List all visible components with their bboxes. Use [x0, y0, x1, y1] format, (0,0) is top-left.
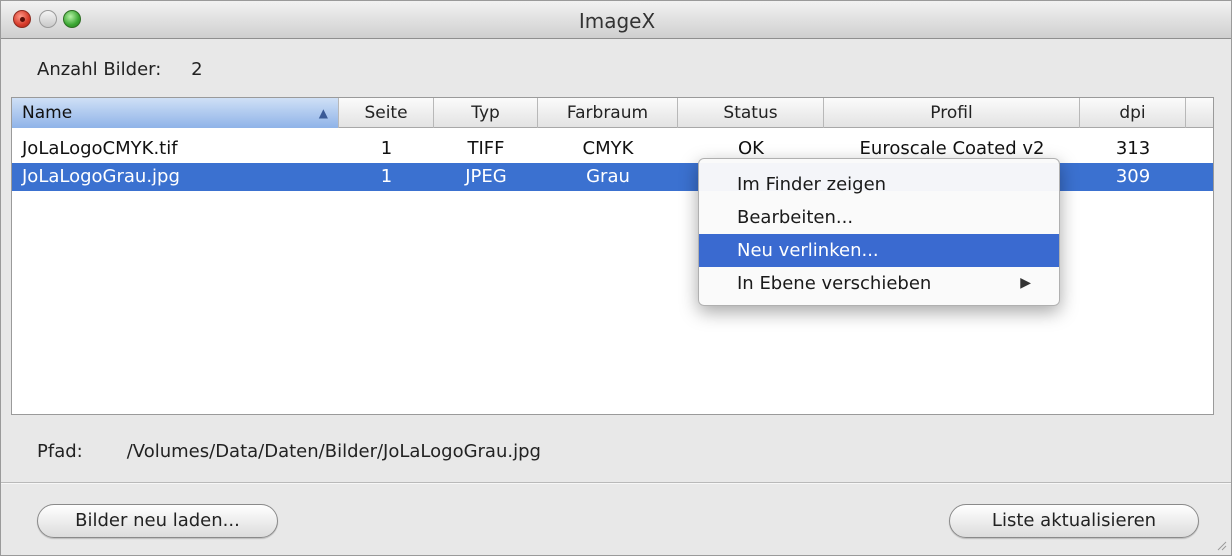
image-count-label: Anzahl Bilder:: [37, 59, 162, 80]
cell-typ: TIFF: [467, 138, 505, 159]
column-header-status[interactable]: Status: [678, 98, 824, 128]
menu-item-relink[interactable]: Neu verlinken...: [699, 234, 1059, 267]
path-value: /Volumes/Data/Daten/Bilder/JoLaLogoGrau.…: [126, 441, 541, 462]
sort-ascending-icon: ▲: [318, 106, 328, 120]
column-header-typ[interactable]: Typ: [434, 98, 538, 128]
column-header-farbraum[interactable]: Farbraum: [538, 98, 678, 128]
cell-seite: 1: [380, 166, 393, 187]
context-menu: Im Finder zeigen Bearbeiten... Neu verli…: [698, 158, 1060, 306]
cell-seite: 1: [380, 138, 393, 159]
cell-name: JoLaLogoGrau.jpg: [22, 166, 180, 187]
menu-item-move-to-layer[interactable]: In Ebene verschieben ▶: [699, 267, 1059, 300]
menu-item-edit[interactable]: Bearbeiten...: [699, 201, 1059, 234]
path-row: Pfad: /Volumes/Data/Daten/Bilder/JoLaLog…: [37, 441, 541, 462]
table-header: Name ▲ Seite Typ Farbraum Status Profil …: [12, 98, 1213, 128]
resize-grip-icon[interactable]: [1217, 541, 1227, 551]
cell-dpi: 313: [1115, 138, 1151, 159]
reload-images-button[interactable]: Bilder neu laden...: [37, 504, 278, 538]
menu-item-move-to-layer-label: In Ebene verschieben: [737, 273, 932, 294]
column-header-spacer: [1186, 98, 1213, 128]
submenu-arrow-icon: ▶: [1020, 275, 1031, 291]
cell-typ: JPEG: [465, 166, 507, 187]
cell-dpi: 309: [1115, 166, 1151, 187]
cell-name: JoLaLogoCMYK.tif: [22, 138, 178, 159]
column-header-profil[interactable]: Profil: [824, 98, 1080, 128]
cell-farbraum: Grau: [586, 166, 630, 187]
window-title: ImageX: [578, 9, 656, 33]
menu-item-show-in-finder[interactable]: Im Finder zeigen: [699, 168, 1059, 201]
column-header-dpi[interactable]: dpi: [1080, 98, 1186, 128]
path-label: Pfad:: [37, 441, 83, 462]
image-count-value: 2: [191, 59, 203, 80]
refresh-list-button[interactable]: Liste aktualisieren: [949, 504, 1199, 538]
cell-farbraum: CMYK: [582, 138, 634, 159]
column-header-name[interactable]: Name ▲: [12, 98, 339, 128]
title-bar[interactable]: ImageX: [1, 1, 1231, 39]
image-count: Anzahl Bilder: 2: [37, 59, 203, 80]
divider-highlight: [1, 483, 1231, 484]
column-header-seite[interactable]: Seite: [339, 98, 434, 128]
main-window: ImageX Anzahl Bilder: 2 Name ▲ Seite Typ…: [0, 0, 1232, 556]
